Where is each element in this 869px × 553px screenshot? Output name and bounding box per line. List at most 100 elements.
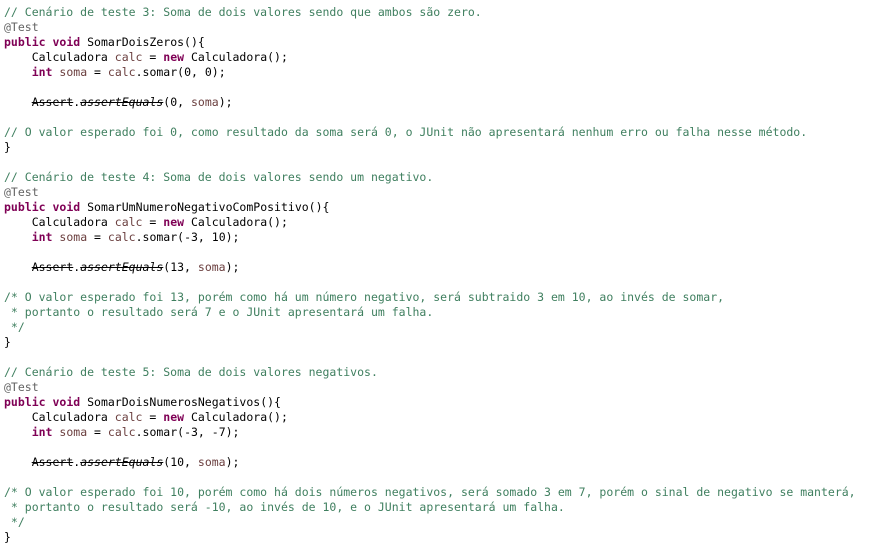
keyword-token: int [31,65,53,79]
keyword-token: new [163,410,185,424]
code-line: Calculadora calc = new Calculadora(); [4,215,856,230]
comment-token: * portanto o resultado será 7 e o JUnit … [4,305,434,319]
variable-token: soma [59,425,88,439]
code-token: SomarDoisZeros(){ [80,35,205,49]
variable-token: calc [107,65,136,79]
code-token: } [4,140,11,154]
keyword-token: int [31,425,53,439]
code-line: int soma = calc.somar(0, 0); [4,65,856,80]
variable-token: soma [197,455,226,469]
code-line: public void SomarDoisZeros(){ [4,35,856,50]
variable-token: calc [114,50,143,64]
code-token: = [142,215,164,229]
variable-token: soma [59,65,88,79]
code-line: Calculadora calc = new Calculadora(); [4,50,856,65]
code-token: ); [225,260,240,274]
keyword-token: public [4,35,46,49]
code-line: public void SomarUmNumeroNegativoComPosi… [4,200,856,215]
code-line: // O valor esperado foi 0, como resultad… [4,125,856,140]
code-line: @Test [4,380,856,395]
variable-token: soma [190,95,219,109]
comment-token: // Cenário de teste 3: Soma de dois valo… [4,5,482,19]
keyword-token: void [52,395,81,409]
code-token: (13, [163,260,198,274]
code-editor[interactable]: // Cenário de teste 3: Soma de dois valo… [4,5,856,545]
code-token: = [142,410,164,424]
comment-token: // Cenário de teste 5: Soma de dois valo… [4,365,378,379]
keyword-token: public [4,395,46,409]
code-token: ); [218,95,233,109]
code-line: * portanto o resultado será 7 e o JUnit … [4,305,856,320]
code-token: Calculadora(); [184,50,288,64]
deprecated-class-token: Assert [31,95,74,109]
deprecated-class-token: Assert [31,260,74,274]
code-token: = [87,230,108,244]
code-line: * portanto o resultado será -10, ao invé… [4,500,856,515]
code-line: // Cenário de teste 4: Soma de dois valo… [4,170,856,185]
annotation-token: @Test [4,20,39,34]
keyword-token: int [31,230,53,244]
code-line: */ [4,515,856,530]
code-token: Calculadora [4,50,115,64]
code-token: .somar(-3, -7); [135,425,240,439]
code-line: /* O valor esperado foi 13, porém como h… [4,290,856,305]
code-line: int soma = calc.somar(-3, 10); [4,230,856,245]
code-token: Calculadora [4,410,115,424]
code-line: Calculadora calc = new Calculadora(); [4,410,856,425]
comment-token: * portanto o resultado será -10, ao invé… [4,500,565,514]
code-token: SomarUmNumeroNegativoComPositivo(){ [80,200,330,214]
code-token: } [4,530,11,544]
variable-token: calc [107,230,136,244]
code-line: // Cenário de teste 5: Soma de dois valo… [4,365,856,380]
variable-token: soma [59,230,88,244]
keyword-token: public [4,200,46,214]
variable-token: calc [114,410,143,424]
code-line: } [4,530,856,545]
code-line: @Test [4,20,856,35]
keyword-token: new [163,50,185,64]
code-token: = [87,65,108,79]
keyword-token: new [163,215,185,229]
code-line: int soma = calc.somar(-3, -7); [4,425,856,440]
code-token: (0, [163,95,191,109]
code-token: } [4,335,11,349]
deprecated-method-token: assertEquals [80,260,164,274]
code-line: /* O valor esperado foi 10, porém como h… [4,485,856,500]
code-line: */ [4,320,856,335]
code-line: Assert.assertEquals(10, soma); [4,455,856,470]
code-token: Calculadora(); [184,215,288,229]
code-token: Calculadora [4,215,115,229]
code-token: Calculadora(); [184,410,288,424]
annotation-token: @Test [4,380,39,394]
variable-token: calc [107,425,136,439]
code-token: .somar(-3, 10); [135,230,240,244]
keyword-token: void [52,200,81,214]
comment-token: */ [4,515,25,529]
variable-token: soma [197,260,226,274]
code-token: (10, [163,455,198,469]
deprecated-method-token: assertEquals [80,95,164,109]
code-token: ); [225,455,240,469]
code-token: SomarDoisNumerosNegativos(){ [80,395,281,409]
code-line: Assert.assertEquals(0, soma); [4,95,856,110]
keyword-token: void [52,35,81,49]
code-line: } [4,335,856,350]
comment-token: // O valor esperado foi 0, como resultad… [4,125,808,139]
comment-token: /* O valor esperado foi 13, porém como h… [4,290,725,304]
deprecated-class-token: Assert [31,455,74,469]
comment-token: */ [4,320,25,334]
